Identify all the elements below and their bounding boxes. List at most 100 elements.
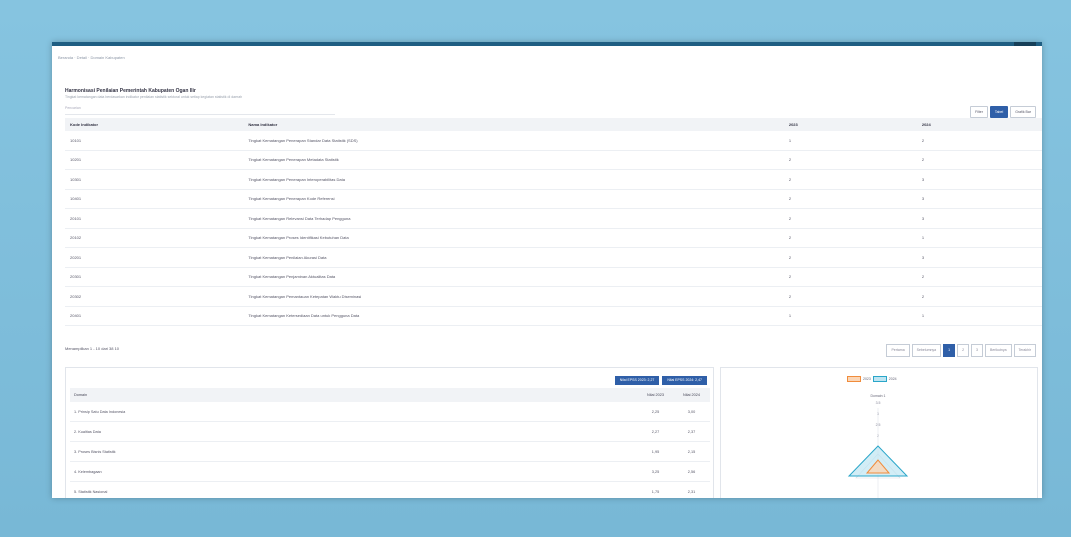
legend-swatch-2023[interactable] [847,376,861,382]
cell-2023: 2 [783,286,917,307]
cell-2024: 3 [916,169,1042,190]
cell-name: Tingkat Kematangan Penerapan Metadata St… [243,150,784,170]
indicator-table: Kode Indikator Nama Indikator 2023 2024 … [65,118,1042,326]
page-2-button[interactable]: 2 [957,344,970,357]
radar-tick-label: 3.5 [876,401,881,405]
table-row[interactable]: 20301 Tingkat Kematangan Penjaminan Aktua… [65,267,1042,287]
cell-2023: 2 [783,247,917,268]
cell-2024: 3 [916,189,1042,209]
col-header-2024[interactable]: 2024 [916,118,1042,131]
cell-2024: 2 [916,131,1042,151]
domain-row: 3. Proses Bisnis Statistik 1,95 2,15 [70,441,710,462]
cell-2023: 2 [783,150,917,170]
cell-code: 20401 [65,306,244,326]
page-1-button[interactable]: 1 [943,344,956,357]
cell-name: Tingkat Kematangan Pemantauan Ketepatan … [243,286,784,307]
domain-row: 5. Statistik Nasional 1,75 2,31 [70,481,710,498]
domain-row: 4. Kelembagaan 3,25 2,56 [70,461,710,482]
table-row[interactable]: 20102 Tingkat Kematangan Proses Identifik… [65,228,1042,248]
top-bar [52,42,1042,46]
filter-button[interactable]: Filter [970,106,988,118]
domain-value-2023: 1,75 [638,481,674,498]
domain-value-2024: 2,15 [674,441,710,462]
cell-2023: 2 [783,189,917,209]
bar-chart-view-button[interactable]: Grafik Bar [1010,106,1036,118]
cell-code: 20301 [65,267,244,287]
cell-2023: 1 [783,306,917,326]
cell-code: 20302 [65,286,244,307]
cell-name: Tingkat Kematangan Penjaminan Aktualitas… [243,267,784,287]
col-header-code[interactable]: Kode Indikator [65,118,244,131]
window-controls[interactable] [1014,42,1036,46]
cell-2024: 3 [916,208,1042,229]
app-window: Beranda · Detail · Domain Kabupaten Harm… [52,42,1042,498]
first-page-button[interactable]: Pertama [886,344,910,357]
last-page-button[interactable]: Terakhir [1013,344,1036,357]
domain-value-2023: 3,25 [638,461,674,482]
table-row[interactable]: 20302 Tingkat Kematangan Pemantauan Ketep… [65,286,1042,307]
prev-page-button[interactable]: Sebelumnya [911,344,942,357]
cell-2023: 2 [783,267,917,287]
cell-2023: 2 [783,169,917,190]
next-page-button[interactable]: Berikutnya [985,344,1012,357]
cell-2024: 3 [916,247,1042,268]
cell-name: Tingkat Kematangan Penerapan Standar Dat… [243,131,784,151]
cell-2024: 2 [916,150,1042,170]
domain-row: 1. Prinsip Satu Data Indonesia 2,25 3,00 [70,402,710,422]
domain-value-2024: 3,00 [674,402,710,422]
col-header-name[interactable]: Nama Indikator [243,118,784,131]
domain-name: 4. Kelembagaan [70,461,638,482]
table-row[interactable]: 10401 Tingkat Kematangan Penerapan Kode R… [65,189,1042,209]
cell-name: Tingkat Kematangan Relevansi Data Terhad… [243,208,784,229]
domain-name: 5. Statistik Nasional [70,481,638,498]
col-header-2023[interactable]: 2023 [783,118,917,131]
cell-code: 20101 [65,208,244,229]
domain-name: 1. Prinsip Satu Data Indonesia [70,402,638,422]
cell-code: 20201 [65,247,244,268]
cell-name: Tingkat Kematangan Penilaian Akurasi Dat… [243,247,784,268]
search-input[interactable]: Pencarian [65,106,335,115]
desktop-background: Beranda · Detail · Domain Kabupaten Harm… [0,0,1071,537]
table-row[interactable]: 20101 Tingkat Kematangan Relevansi Data T… [65,208,1042,229]
cell-2024: 1 [916,228,1042,248]
table-row[interactable]: 10301 Tingkat Kematangan Penerapan Intero… [65,169,1042,190]
col-header-value-2023: Nilai 2023 [638,388,674,402]
chart-legend: 2023 2024 [847,376,897,382]
cell-2024: 1 [916,306,1042,326]
cell-code: 10301 [65,169,244,190]
table-view-button[interactable]: Tabel [989,106,1009,118]
domain-value-2024: 2,37 [674,421,710,442]
domain-table-header: Domain Nilai 2023 Nilai 2024 [70,388,710,402]
cell-name: Tingkat Kematangan Penerapan Kode Refere… [243,189,784,209]
epss-score-badges: Nilai EPSS 2023: 2,27 Nilai EPSS 2024: 2… [614,376,707,385]
cell-2024: 2 [916,267,1042,287]
domain-value-2024: 2,31 [674,481,710,498]
domain-value-2023: 1,95 [638,441,674,462]
cell-code: 10201 [65,150,244,170]
legend-label-2024: 2024 [888,377,897,381]
table-row[interactable]: 20401 Tingkat Kematangan Ketersediaan Dat… [65,306,1042,326]
radar-chart-panel: 2023 2024 Domain 1 3.5 3 2.5 2 [720,367,1038,498]
table-header: Kode Indikator Nama Indikator 2023 2024 [65,118,1042,131]
cell-name: Tingkat Kematangan Ketersediaan Data unt… [243,306,784,326]
cell-2023: 1 [783,131,917,151]
epss-2024-badge[interactable]: Nilai EPSS 2024: 2,47 [662,376,707,385]
col-header-domain: Domain [70,388,638,402]
rows-per-page-select[interactable]: Menampilkan 1 - 10 dari 38 10 [65,346,119,351]
breadcrumb[interactable]: Beranda · Detail · Domain Kabupaten [58,55,125,60]
domain-name: 2. Kualitas Data [70,421,638,442]
domain-score-panel: Nilai EPSS 2023: 2,27 Nilai EPSS 2024: 2… [65,367,714,498]
page-title: Harmonisasi Penilaian Pemerintah Kabupat… [65,88,196,94]
page-3-button[interactable]: 3 [971,344,983,357]
epss-2023-badge[interactable]: Nilai EPSS 2023: 2,27 [614,376,660,385]
domain-row: 2. Kualitas Data 2,27 2,37 [70,421,710,442]
table-row[interactable]: 10101 Tingkat Kematangan Penerapan Standa… [65,131,1042,151]
domain-value-2024: 2,56 [674,461,710,482]
cell-name: Tingkat Kematangan Proses Identifikasi K… [243,228,784,248]
view-toggle: Filter Tabel Grafik Bar [970,106,1036,118]
legend-swatch-2024[interactable] [872,376,887,382]
table-row[interactable]: 10201 Tingkat Kematangan Penerapan Metada… [65,150,1042,170]
domain-value-2023: 2,27 [638,421,674,442]
cell-2023: 2 [783,208,917,229]
table-row[interactable]: 20201 Tingkat Kematangan Penilaian Akuras… [65,247,1042,268]
